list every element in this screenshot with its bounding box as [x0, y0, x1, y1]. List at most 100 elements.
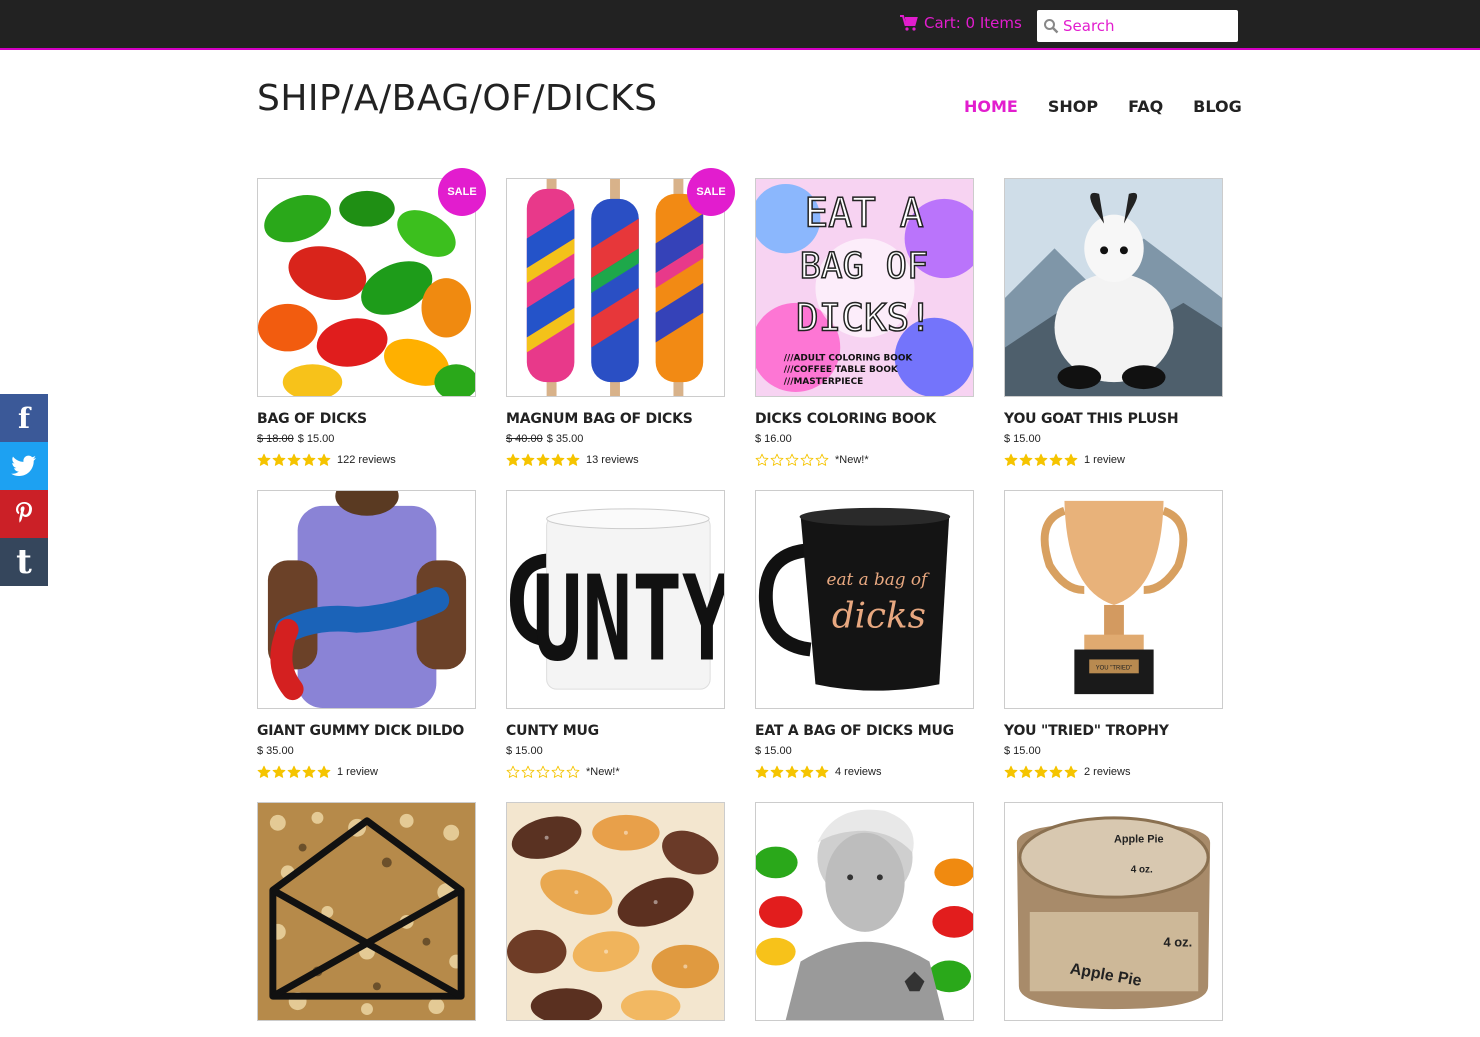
current-price: $ 15.00: [1004, 745, 1041, 757]
star-rating: [506, 453, 580, 467]
star-filled-icon: [785, 765, 799, 778]
star-filled-icon: [287, 765, 301, 778]
star-filled-icon: [1049, 765, 1063, 778]
nav-home[interactable]: HOME: [964, 97, 1018, 116]
product-card[interactable]: SALE BAG OF DICKS $ 18.00 $ 15.00 122 revie…: [257, 168, 486, 467]
top-bar: Cart: 0 Items: [0, 0, 1480, 50]
star-filled-icon: [1034, 453, 1048, 466]
search-icon: [1044, 19, 1059, 34]
svg-text:DICKS!: DICKS!: [796, 296, 932, 340]
product-image[interactable]: Apple Pie 4 oz. Apple Pie 4 oz.: [1004, 802, 1223, 1021]
nav-blog[interactable]: BLOG: [1193, 97, 1242, 116]
review-count[interactable]: *New!*: [586, 766, 620, 778]
current-price: $ 16.00: [755, 433, 792, 445]
twitter-share-button[interactable]: [0, 442, 48, 490]
product-image[interactable]: [257, 490, 476, 709]
star-rating: [1004, 453, 1078, 467]
product-price: $ 40.00 $ 35.00: [506, 433, 725, 445]
current-price: $ 15.00: [506, 745, 543, 757]
product-title[interactable]: YOU "TRIED" TROPHY: [1004, 723, 1223, 739]
review-count[interactable]: 2 reviews: [1084, 766, 1130, 778]
product-image[interactable]: EAT A BAG OF DICKS! ///ADULT COLORING BO…: [755, 178, 974, 397]
black-mug-image: eat a bag of dicks: [756, 491, 973, 708]
product-card[interactable]: eat a bag of dicks EAT A BAG OF DICKS MU…: [755, 490, 974, 779]
star-filled-icon: [521, 453, 535, 466]
current-price: $ 15.00: [297, 433, 335, 445]
product-image[interactable]: [506, 802, 725, 1021]
product-price: $ 16.00: [755, 433, 974, 445]
star-filled-icon: [272, 765, 286, 778]
sour-gummies-image: [507, 803, 724, 1020]
star-filled-icon: [1034, 765, 1048, 778]
product-card[interactable]: [506, 802, 725, 1021]
nav-faq[interactable]: FAQ: [1128, 97, 1163, 116]
svg-text:4 oz.: 4 oz.: [1131, 864, 1153, 875]
product-image[interactable]: UNTY: [506, 490, 725, 709]
pinterest-share-button[interactable]: [0, 490, 48, 538]
product-title[interactable]: MAGNUM BAG OF DICKS: [506, 411, 725, 427]
product-title[interactable]: YOU GOAT THIS PLUSH: [1004, 411, 1223, 427]
product-card[interactable]: SALE MAGNUM BAG OF DICKS $ 40.00 $ 35.00 13…: [506, 168, 735, 467]
review-count[interactable]: 13 reviews: [586, 454, 639, 466]
svg-text:eat a bag of: eat a bag of: [826, 569, 930, 589]
cart-link[interactable]: Cart: 0 Items: [900, 14, 1022, 32]
product-card[interactable]: UNTY CUNTY MUG $ 15.00 *New!*: [506, 490, 725, 779]
product-card[interactable]: YOU "TRIED" YOU "TRIED" TROPHY $ 15.00 2 …: [1004, 490, 1223, 779]
pinterest-icon: [16, 502, 33, 523]
review-count[interactable]: 1 review: [1084, 454, 1125, 466]
product-rating: 4 reviews: [755, 765, 974, 779]
star-rating: [506, 765, 580, 779]
star-filled-icon: [1064, 765, 1078, 778]
facebook-share-button[interactable]: f: [0, 394, 48, 442]
star-filled-icon: [566, 453, 580, 466]
product-image[interactable]: [257, 802, 476, 1021]
product-price: $ 15.00: [1004, 433, 1223, 445]
product-title[interactable]: DICKS COLORING BOOK: [755, 411, 974, 427]
star-filled-icon: [287, 453, 301, 466]
product-rating: 122 reviews: [257, 453, 476, 467]
product-image[interactable]: [1004, 178, 1223, 397]
product-card[interactable]: Apple Pie 4 oz. Apple Pie 4 oz.: [1004, 802, 1223, 1021]
star-filled-icon: [755, 765, 769, 778]
product-title[interactable]: BAG OF DICKS: [257, 411, 476, 427]
review-count[interactable]: 1 review: [337, 766, 378, 778]
striped-candy-pops-image: [507, 179, 724, 396]
product-title[interactable]: CUNTY MUG: [506, 723, 725, 739]
gummy-candies-image: [258, 179, 475, 396]
original-price: $ 18.00: [257, 433, 294, 445]
tumblr-share-button[interactable]: t: [0, 538, 48, 586]
star-rating: [755, 765, 829, 779]
product-rating: 1 review: [257, 765, 476, 779]
product-title[interactable]: GIANT GUMMY DICK DILDO: [257, 723, 476, 739]
product-image[interactable]: [257, 178, 476, 397]
product-title[interactable]: EAT A BAG OF DICKS MUG: [755, 723, 974, 739]
review-count[interactable]: 122 reviews: [337, 454, 396, 466]
product-image[interactable]: [755, 802, 974, 1021]
coloring-book-cover-image: EAT A BAG OF DICKS! ///ADULT COLORING BO…: [756, 179, 973, 396]
star-filled-icon: [302, 453, 316, 466]
cart-icon: [900, 15, 918, 31]
search-box: [1037, 10, 1238, 42]
svg-text:///COFFEE TABLE BOOK: ///COFFEE TABLE BOOK: [784, 365, 899, 375]
product-price: $ 18.00 $ 15.00: [257, 433, 476, 445]
product-rating: 13 reviews: [506, 453, 725, 467]
product-image[interactable]: eat a bag of dicks: [755, 490, 974, 709]
star-empty-icon: [521, 765, 535, 778]
product-image[interactable]: [506, 178, 725, 397]
product-card[interactable]: EAT A BAG OF DICKS! ///ADULT COLORING BO…: [755, 178, 974, 467]
product-image[interactable]: YOU "TRIED": [1004, 490, 1223, 709]
product-price: $ 35.00: [257, 745, 476, 757]
star-empty-icon: [506, 765, 520, 778]
star-filled-icon: [1064, 453, 1078, 466]
product-card[interactable]: GIANT GUMMY DICK DILDO $ 35.00 1 review: [257, 490, 476, 779]
product-card[interactable]: [755, 802, 974, 1021]
search-input[interactable]: [1063, 17, 1233, 35]
review-count[interactable]: *New!*: [835, 454, 869, 466]
review-count[interactable]: 4 reviews: [835, 766, 881, 778]
share-sidebar: f t: [0, 394, 48, 586]
product-card[interactable]: YOU GOAT THIS PLUSH $ 15.00 1 review: [1004, 178, 1223, 467]
star-empty-icon: [536, 765, 550, 778]
nav-shop[interactable]: SHOP: [1048, 97, 1098, 116]
product-card[interactable]: [257, 802, 476, 1021]
site-logo[interactable]: SHIP/A/BAG/OF/DICKS: [257, 78, 657, 119]
